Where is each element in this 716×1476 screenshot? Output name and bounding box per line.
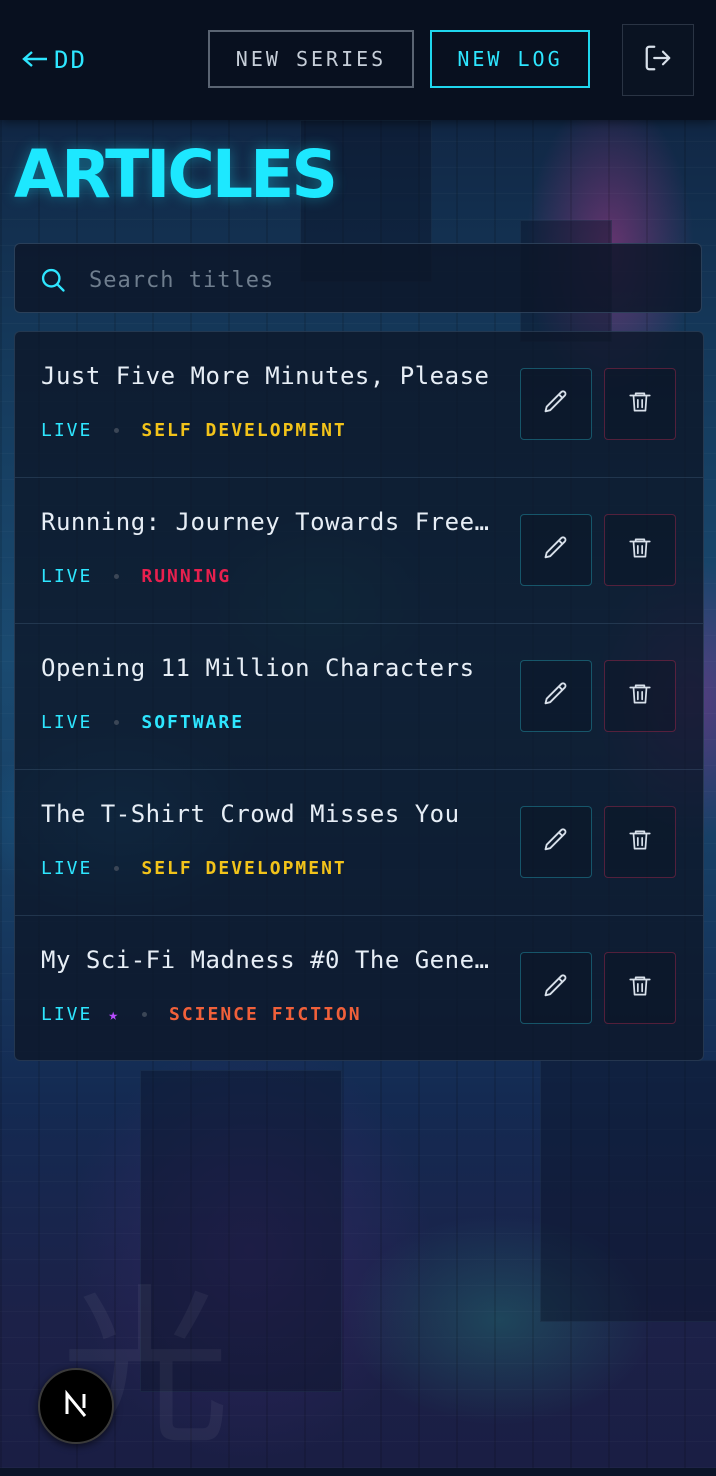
back-link[interactable]: DD (22, 46, 87, 74)
separator-dot (114, 428, 120, 433)
logout-button[interactable] (622, 24, 694, 96)
featured-star-icon: ★ (108, 1005, 120, 1024)
pencil-icon (542, 972, 570, 1004)
search-input[interactable] (87, 258, 681, 302)
category-tag: RUNNING (141, 566, 232, 587)
article-title[interactable]: Just Five More Minutes, Please (41, 362, 495, 390)
trash-icon (627, 973, 653, 1003)
logout-icon (643, 43, 673, 77)
arrow-left-icon (22, 46, 48, 74)
separator-dot (114, 720, 120, 725)
delete-button[interactable] (604, 368, 676, 440)
article-title[interactable]: The T-Shirt Crowd Misses You (41, 800, 495, 828)
category-tag: SELF DEVELOPMENT (141, 420, 347, 441)
list-item[interactable]: Just Five More Minutes, Please LIVE SELF… (15, 332, 703, 478)
delete-button[interactable] (604, 514, 676, 586)
delete-button[interactable] (604, 660, 676, 732)
page-title: ARTICLES (14, 136, 338, 213)
pencil-icon (542, 826, 570, 858)
list-item[interactable]: Running: Journey Towards Freedom LIVE RU… (15, 478, 703, 624)
back-label: DD (54, 46, 87, 74)
edit-button[interactable] (520, 806, 592, 878)
pencil-icon (542, 680, 570, 712)
articles-list: Just Five More Minutes, Please LIVE SELF… (14, 331, 704, 1061)
separator-dot (114, 866, 120, 871)
category-tag: SELF DEVELOPMENT (141, 858, 347, 879)
status-badge: LIVE (41, 420, 93, 441)
top-bar: DD NEW SERIES NEW LOG (0, 0, 716, 120)
status-badge: LIVE (41, 566, 93, 587)
separator-dot (142, 1012, 147, 1017)
status-badge: LIVE (41, 858, 93, 879)
trash-icon (627, 535, 653, 565)
list-item[interactable]: My Sci-Fi Madness #0 The Genesis LIVE ★ … (15, 916, 703, 1060)
edit-button[interactable] (520, 368, 592, 440)
article-meta: LIVE SELF DEVELOPMENT (41, 858, 347, 879)
article-meta: LIVE RUNNING (41, 566, 231, 587)
delete-button[interactable] (604, 952, 676, 1024)
status-badge: LIVE (41, 1004, 93, 1025)
article-meta: LIVE ★ SCIENCE FICTION (41, 1004, 362, 1025)
edit-button[interactable] (520, 514, 592, 586)
trash-icon (627, 389, 653, 419)
building-decoration (540, 1060, 716, 1322)
trash-icon (627, 681, 653, 711)
pencil-icon (542, 534, 570, 566)
article-meta: LIVE SELF DEVELOPMENT (41, 420, 347, 441)
nextjs-logo-icon (59, 1387, 93, 1425)
search-bar (14, 243, 702, 313)
article-meta: LIVE SOFTWARE (41, 712, 244, 733)
status-badge: LIVE (41, 712, 93, 733)
list-item[interactable]: The T-Shirt Crowd Misses You LIVE SELF D… (15, 770, 703, 916)
article-title[interactable]: Opening 11 Million Characters (41, 654, 495, 682)
trash-icon (627, 827, 653, 857)
separator-dot (114, 574, 120, 579)
nextjs-dev-badge[interactable] (38, 1368, 114, 1444)
article-title[interactable]: My Sci-Fi Madness #0 The Genesis (41, 946, 495, 974)
delete-button[interactable] (604, 806, 676, 878)
edit-button[interactable] (520, 952, 592, 1024)
article-title[interactable]: Running: Journey Towards Freedom (41, 508, 495, 536)
list-item[interactable]: Opening 11 Million Characters LIVE SOFTW… (15, 624, 703, 770)
search-icon (39, 266, 67, 294)
edit-button[interactable] (520, 660, 592, 732)
pencil-icon (542, 388, 570, 420)
new-log-button[interactable]: NEW LOG (430, 30, 590, 88)
category-tag: SOFTWARE (141, 712, 245, 733)
category-tag: SCIENCE FICTION (169, 1004, 362, 1025)
new-series-button[interactable]: NEW SERIES (208, 30, 414, 88)
